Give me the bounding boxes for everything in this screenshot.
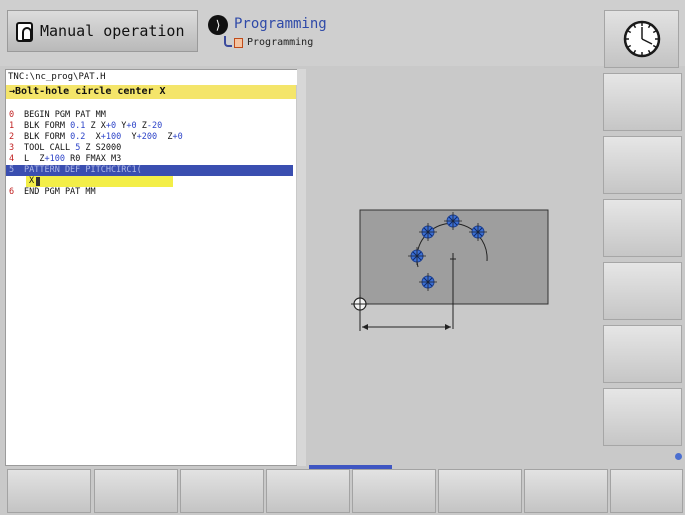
code-token: PATTERN DEF PITCHCIRC1( xyxy=(24,165,142,175)
line-number: 4 xyxy=(9,154,15,164)
parameter-value: +0 xyxy=(172,132,183,142)
line-text: BLK FORM 0.2 X+100 Y+200 Z+0 xyxy=(24,132,183,143)
dimension-arrow-left xyxy=(362,324,368,330)
line-number: 3 xyxy=(9,143,15,153)
code-token: BLK FORM xyxy=(24,132,71,142)
vertical-softkey-5[interactable] xyxy=(603,325,682,383)
file-path: TNC:\nc_prog\PAT.H xyxy=(8,72,106,82)
parameter-input-row[interactable]: X xyxy=(6,176,293,187)
code-token: BEGIN PGM PAT MM xyxy=(24,110,106,120)
code-token: Z xyxy=(136,121,147,131)
softkey-8[interactable] xyxy=(610,469,683,513)
parameter-value: 0.2 xyxy=(70,132,86,142)
program-line[interactable]: 0 BEGIN PGM PAT MM xyxy=(6,110,293,121)
softkey-6[interactable] xyxy=(438,469,522,513)
code-token: Z S2000 xyxy=(80,143,122,153)
mode-manual-operation-button[interactable]: Manual operation xyxy=(7,10,198,52)
softkey-page-dot-icon xyxy=(675,453,682,460)
program-line[interactable]: 2 BLK FORM 0.2 X+100 Y+200 Z+0 xyxy=(6,132,293,143)
graphics-canvas xyxy=(351,209,549,331)
panel-splitter[interactable] xyxy=(297,69,306,466)
parameter-value: +100 xyxy=(44,154,65,164)
programming-graphics xyxy=(306,69,600,464)
parameter-value: +0 xyxy=(105,121,117,131)
softkey-5[interactable] xyxy=(352,469,436,513)
line-text: PATTERN DEF PITCHCIRC1( xyxy=(24,165,142,176)
code-token: X xyxy=(85,132,101,142)
code-token: R0 FMAX M3 xyxy=(64,154,122,164)
code-token: L Z xyxy=(24,154,45,164)
vertical-softkey-1[interactable] xyxy=(603,73,682,131)
parameter-value: -20 xyxy=(146,121,163,131)
line-text: END PGM PAT MM xyxy=(24,187,96,198)
mode-link-bracket xyxy=(224,36,232,47)
line-number: 1 xyxy=(9,121,15,131)
code-token: Z X xyxy=(85,121,106,131)
parameter-input-field[interactable] xyxy=(26,176,173,187)
vertical-softkey-4[interactable] xyxy=(603,262,682,320)
softkey-1[interactable] xyxy=(7,469,91,513)
mode-programming-title: Programming xyxy=(234,16,327,32)
code-token: Z xyxy=(157,132,173,142)
mode-programming-sublabel: Programming xyxy=(247,37,314,48)
dimension-arrow-right xyxy=(445,324,451,330)
parameter-value: +100 xyxy=(100,132,122,142)
program-file-icon xyxy=(234,38,243,48)
line-number: 5 xyxy=(9,165,15,175)
title-bar: Manual operation ⟩ Programming Programmi… xyxy=(0,0,685,68)
line-text: BLK FORM 0.1 Z X+0 Y+0 Z-20 xyxy=(24,121,162,132)
program-line[interactable]: 6 END PGM PAT MM xyxy=(6,187,293,198)
line-text: BEGIN PGM PAT MM xyxy=(24,110,106,121)
mode-manual-label: Manual operation xyxy=(40,22,185,40)
dialog-prompt-text: →Bolt-hole circle center X xyxy=(9,86,166,97)
softkey-2[interactable] xyxy=(94,469,178,513)
parameter-input-label: X xyxy=(29,176,35,186)
vertical-softkey-2[interactable] xyxy=(603,136,682,194)
vertical-softkey-3[interactable] xyxy=(603,199,682,257)
program-line[interactable]: 3 TOOL CALL 5 Z S2000 xyxy=(6,143,293,154)
clock-icon xyxy=(623,20,661,58)
parameter-value: +200 xyxy=(136,132,158,142)
parameter-value: 0.1 xyxy=(70,121,86,131)
program-code[interactable]: 0 BEGIN PGM PAT MM 1 BLK FORM 0.1 Z X+0 Y+0… xyxy=(6,110,293,198)
programming-mode-icon: ⟩ xyxy=(208,15,228,35)
hand-icon xyxy=(16,22,33,42)
line-text: TOOL CALL 5 Z S2000 xyxy=(24,143,121,154)
softkey-7[interactable] xyxy=(524,469,608,513)
code-token: Y xyxy=(116,121,127,131)
line-number: 0 xyxy=(9,110,15,120)
text-cursor xyxy=(36,177,40,186)
parameter-value: +0 xyxy=(126,121,137,131)
softkey-3[interactable] xyxy=(180,469,264,513)
line-text: L Z+100 R0 FMAX M3 xyxy=(24,154,121,165)
code-token: Y xyxy=(121,132,137,142)
mode-programming-indicator[interactable]: ⟩ Programming Programming xyxy=(207,14,367,54)
line-number: 2 xyxy=(9,132,15,142)
program-line[interactable]: 1 BLK FORM 0.1 Z X+0 Y+0 Z-20 xyxy=(6,121,293,132)
dialog-prompt-bar: →Bolt-hole circle center X xyxy=(6,85,297,99)
program-editor[interactable]: TNC:\nc_prog\PAT.H →Bolt-hole circle cen… xyxy=(5,69,304,466)
code-token: END PGM PAT MM xyxy=(24,187,96,197)
program-line[interactable]: 5 PATTERN DEF PITCHCIRC1( xyxy=(6,165,293,176)
clock-button[interactable] xyxy=(604,10,679,68)
program-line[interactable]: 4 L Z+100 R0 FMAX M3 xyxy=(6,154,293,165)
line-number: 6 xyxy=(9,187,15,197)
softkey-4[interactable] xyxy=(266,469,350,513)
vertical-softkey-6[interactable] xyxy=(603,388,682,446)
code-token: BLK FORM xyxy=(24,121,71,131)
code-token: TOOL CALL xyxy=(24,143,76,153)
